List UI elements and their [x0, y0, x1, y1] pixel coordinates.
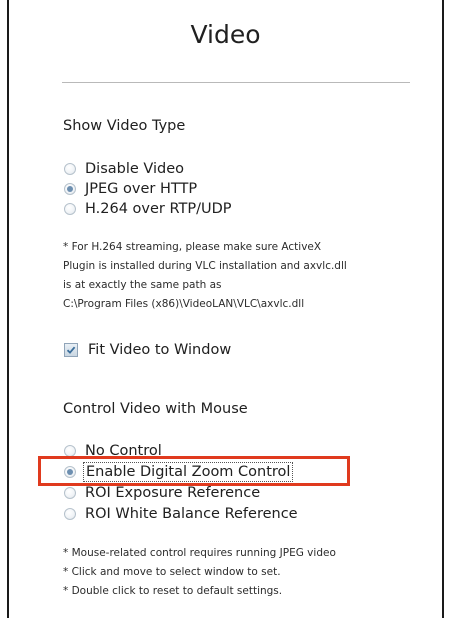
h264-note: * For H.264 streaming, please make sure … [63, 238, 423, 314]
title-divider [62, 82, 410, 83]
checkmark-icon [66, 346, 76, 354]
video-settings-panel: Video Show Video Type Disable Video JPEG… [7, 0, 444, 618]
radio-enable-digital-zoom-control[interactable]: Enable Digital Zoom Control [64, 461, 294, 482]
radio-disable-video[interactable]: Disable Video [64, 158, 184, 179]
radio-no-control[interactable]: No Control [64, 440, 162, 461]
video-type-heading: Show Video Type [63, 118, 186, 134]
note-line: C:\Program Files (x86)\VideoLAN\VLC\axvl… [63, 298, 305, 310]
radio-button-icon[interactable] [64, 202, 76, 215]
note-line: * Double click to reset to default setti… [63, 585, 283, 597]
note-line: is at exactly the same path as [63, 279, 222, 291]
mouse-control-note: * Mouse-related control requires running… [63, 544, 423, 601]
radio-label: No Control [85, 442, 162, 459]
radio-button-checked-icon[interactable] [64, 465, 76, 478]
radio-label: ROI White Balance Reference [85, 505, 298, 522]
radio-roi-exposure-reference[interactable]: ROI Exposure Reference [64, 482, 260, 503]
radio-button-icon[interactable] [64, 162, 76, 175]
radio-h264-over-rtp-udp[interactable]: H.264 over RTP/UDP [64, 198, 232, 219]
radio-button-icon[interactable] [64, 507, 76, 520]
note-line: * Click and move to select window to set… [63, 566, 281, 578]
radio-label: Disable Video [85, 160, 185, 177]
page-title: Video [190, 20, 261, 49]
radio-roi-white-balance-reference[interactable]: ROI White Balance Reference [64, 503, 298, 524]
radio-button-checked-icon[interactable] [64, 182, 76, 195]
note-line: * Mouse-related control requires running… [63, 547, 336, 559]
radio-jpeg-over-http[interactable]: JPEG over HTTP [64, 178, 197, 199]
radio-label: JPEG over HTTP [85, 180, 198, 197]
radio-button-icon[interactable] [64, 444, 76, 457]
radio-label: Enable Digital Zoom Control [82, 461, 294, 482]
checkbox-checked-icon[interactable] [64, 343, 78, 357]
checkbox-label: Fit Video to Window [88, 342, 232, 358]
note-line: * For H.264 streaming, please make sure … [63, 241, 322, 253]
radio-label: H.264 over RTP/UDP [85, 200, 232, 217]
radio-button-icon[interactable] [64, 486, 76, 499]
fit-video-to-window-option[interactable]: Fit Video to Window [64, 339, 231, 361]
mouse-control-heading: Control Video with Mouse [63, 401, 248, 417]
note-line: Plugin is installed during VLC installat… [63, 260, 347, 272]
radio-label: ROI Exposure Reference [85, 484, 261, 501]
